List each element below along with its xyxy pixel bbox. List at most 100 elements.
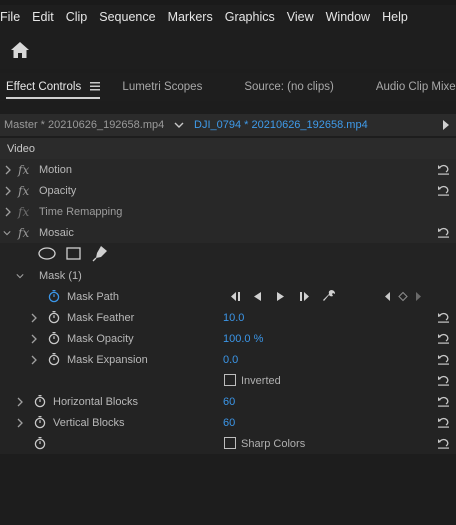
master-clip-label[interactable]: Master * 20210626_192658.mp4 <box>0 119 170 131</box>
vertical-blocks-label: Vertical Blocks <box>53 416 125 429</box>
tab-lumetri-scopes[interactable]: Lumetri Scopes <box>122 81 202 93</box>
horizontal-blocks-label: Horizontal Blocks <box>53 395 138 408</box>
reset-icon[interactable] <box>437 417 450 428</box>
effect-mosaic[interactable]: fx Mosaic <box>0 222 456 243</box>
panel-tab-bar: Effect Controls Lumetri Scopes Source: (… <box>0 73 456 101</box>
fx-icon[interactable]: fx <box>18 163 29 177</box>
stopwatch-icon[interactable] <box>34 415 46 429</box>
chevron-right-icon[interactable] <box>30 334 38 344</box>
prev-keyframe-icon[interactable] <box>382 291 394 302</box>
tab-audio-clip-mixer[interactable]: Audio Clip Mixer: D <box>376 81 456 93</box>
chevron-right-icon[interactable] <box>30 313 38 323</box>
menu-file[interactable]: File <box>0 10 26 24</box>
inverted-checkbox[interactable] <box>224 374 236 386</box>
sharp-colors-checkbox[interactable] <box>224 437 236 449</box>
menu-graphics[interactable]: Graphics <box>219 10 281 24</box>
fx-icon[interactable]: fx <box>18 184 29 198</box>
fx-icon: fx <box>18 204 30 219</box>
chevron-down-icon[interactable] <box>170 119 188 131</box>
mask-opacity-label: Mask Opacity <box>67 332 134 345</box>
mask-feather-label: Mask Feather <box>67 311 135 324</box>
mask-opacity-number: 100.0 <box>223 332 251 345</box>
chevron-right-icon[interactable] <box>30 355 38 365</box>
mask-row[interactable]: Mask (1) <box>0 265 456 286</box>
stopwatch-icon[interactable] <box>48 289 60 303</box>
effect-mosaic-label: Mosaic <box>39 226 74 239</box>
pen-mask-icon[interactable] <box>92 245 108 262</box>
mask-path-label: Mask Path <box>67 290 119 303</box>
track-backward-icon[interactable] <box>252 291 263 302</box>
panel-menu-icon[interactable] <box>90 82 101 91</box>
stopwatch-icon[interactable] <box>34 436 46 450</box>
tab-effect-controls[interactable]: Effect Controls <box>6 81 101 99</box>
rectangle-mask-icon[interactable] <box>66 247 81 260</box>
mask-opacity-value[interactable]: 100.0 % <box>223 333 263 345</box>
reset-icon[interactable] <box>437 164 450 175</box>
menu-help[interactable]: Help <box>376 10 414 24</box>
ellipse-mask-icon[interactable] <box>38 247 56 260</box>
menu-clip[interactable]: Clip <box>60 10 94 24</box>
tab-effect-controls-label: Effect Controls <box>6 81 82 93</box>
mask-label: Mask (1) <box>39 269 82 282</box>
effect-motion[interactable]: fx Motion <box>0 159 456 180</box>
effect-opacity-label: Opacity <box>39 184 77 197</box>
stopwatch-icon[interactable] <box>34 394 46 408</box>
tab-source[interactable]: Source: (no clips) <box>244 81 333 93</box>
wrench-icon[interactable] <box>322 289 336 303</box>
inverted-label: Inverted <box>241 374 281 387</box>
reset-icon[interactable] <box>437 312 450 323</box>
stopwatch-icon[interactable] <box>48 331 60 345</box>
vertical-blocks-row[interactable]: Vertical Blocks 60 <box>0 412 456 433</box>
sequence-clip-label[interactable]: DJI_0794 * 20210626_192658.mp4 <box>194 119 368 131</box>
mask-expansion-row[interactable]: Mask Expansion 0.0 <box>0 349 456 370</box>
reset-icon[interactable] <box>437 438 450 449</box>
effect-time-remapping[interactable]: fx Time Remapping <box>0 201 456 222</box>
menu-sequence[interactable]: Sequence <box>93 10 161 24</box>
chevron-right-icon[interactable] <box>4 165 12 175</box>
chevron-right-icon[interactable] <box>16 418 24 428</box>
vertical-blocks-value[interactable]: 60 <box>223 417 235 429</box>
section-video-label: Video <box>7 142 35 155</box>
add-keyframe-icon[interactable] <box>397 291 409 302</box>
mask-tools-row <box>0 243 456 265</box>
menu-markers[interactable]: Markers <box>162 10 219 24</box>
horizontal-blocks-value[interactable]: 60 <box>223 396 235 408</box>
menu-window[interactable]: Window <box>320 10 376 24</box>
mask-feather-value[interactable]: 10.0 <box>223 312 244 324</box>
play-icon[interactable] <box>442 119 450 131</box>
home-icon[interactable] <box>10 41 30 59</box>
stopwatch-icon[interactable] <box>48 352 60 366</box>
mask-opacity-row[interactable]: Mask Opacity 100.0 % <box>0 328 456 349</box>
menu-view[interactable]: View <box>281 10 320 24</box>
chevron-down-icon[interactable] <box>16 271 24 281</box>
track-backward-one-icon[interactable] <box>229 291 242 302</box>
mask-expansion-value[interactable]: 0.0 <box>223 354 238 366</box>
effect-opacity[interactable]: fx Opacity <box>0 180 456 201</box>
stopwatch-icon[interactable] <box>48 310 60 324</box>
sharp-colors-label: Sharp Colors <box>241 437 306 450</box>
next-keyframe-icon[interactable] <box>413 291 425 302</box>
chevron-right-icon[interactable] <box>16 397 24 407</box>
chevron-right-icon[interactable] <box>4 186 12 196</box>
reset-icon[interactable] <box>437 375 450 386</box>
menu-edit[interactable]: Edit <box>26 10 60 24</box>
chevron-down-icon[interactable] <box>3 228 11 238</box>
section-video: Video <box>0 138 456 159</box>
menu-bar: File Edit Clip Sequence Markers Graphics… <box>0 5 456 29</box>
reset-icon[interactable] <box>437 396 450 407</box>
reset-icon[interactable] <box>437 227 450 238</box>
sequence-bar: Master * 20210626_192658.mp4 DJI_0794 * … <box>0 114 456 136</box>
mask-feather-row[interactable]: Mask Feather 10.0 <box>0 307 456 328</box>
reset-icon[interactable] <box>437 185 450 196</box>
reset-icon[interactable] <box>437 333 450 344</box>
chevron-right-icon[interactable] <box>4 207 12 217</box>
effect-motion-label: Motion <box>39 163 73 176</box>
sharp-colors-row[interactable]: Sharp Colors <box>0 433 456 454</box>
track-forward-one-icon[interactable] <box>299 291 312 302</box>
fx-icon[interactable]: fx <box>18 226 29 240</box>
horizontal-blocks-row[interactable]: Horizontal Blocks 60 <box>0 391 456 412</box>
reset-icon[interactable] <box>437 354 450 365</box>
mask-expansion-label: Mask Expansion <box>67 353 148 366</box>
track-forward-icon[interactable] <box>275 291 286 302</box>
mask-path-row[interactable]: Mask Path <box>0 286 456 307</box>
